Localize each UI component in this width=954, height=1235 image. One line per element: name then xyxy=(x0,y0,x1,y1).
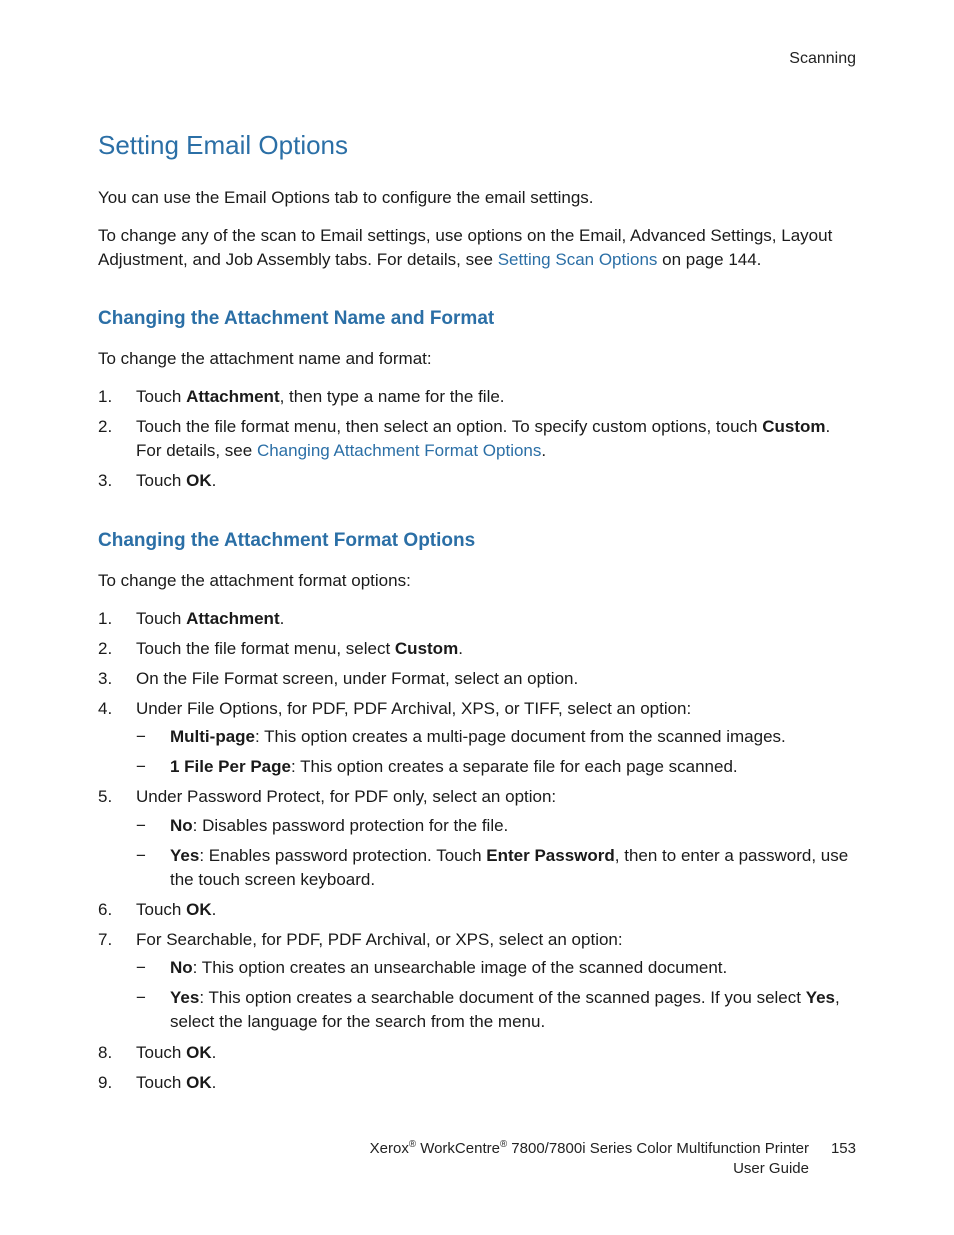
link-changing-attachment-format-options[interactable]: Changing Attachment Format Options xyxy=(257,441,541,460)
step-number: 4. xyxy=(98,697,126,721)
step-item: 5. Under Password Protect, for PDF only,… xyxy=(98,785,856,892)
step-text: . xyxy=(212,900,217,919)
step-number: 2. xyxy=(98,415,126,439)
step-text: Touch xyxy=(136,471,186,490)
intro-text-tail: on page 144. xyxy=(657,250,761,269)
step-item: 3. On the File Format screen, under Form… xyxy=(98,667,856,691)
bullet-text: : This option creates a multi-page docum… xyxy=(255,727,786,746)
step-text: . xyxy=(212,471,217,490)
step-text: . xyxy=(212,1073,217,1092)
step-text: Touch the file format menu, then select … xyxy=(136,417,762,436)
sub-bullet-item: Yes: Enables password protection. Touch … xyxy=(136,844,856,892)
link-setting-scan-options[interactable]: Setting Scan Options xyxy=(498,250,658,269)
bullet-text: : This option creates a searchable docum… xyxy=(199,988,805,1007)
bullet-text: : This option creates a separate file fo… xyxy=(291,757,738,776)
bullet-bold: Multi-page xyxy=(170,727,255,746)
step-text: Under File Options, for PDF, PDF Archiva… xyxy=(136,699,691,718)
bullet-text: : Disables password protection for the f… xyxy=(193,816,509,835)
step-text: . xyxy=(541,441,546,460)
sub-bullet-item: 1 File Per Page: This option creates a s… xyxy=(136,755,856,779)
step-text: On the File Format screen, under Format,… xyxy=(136,669,578,688)
step-number: 2. xyxy=(98,637,126,661)
step-bold: Attachment xyxy=(186,609,280,628)
footer-model: 7800/7800i Series Color Multifunction Pr… xyxy=(507,1140,809,1157)
page-footer: Xerox® WorkCentre® 7800/7800i Series Col… xyxy=(98,1138,856,1180)
intro-paragraph-1: You can use the Email Options tab to con… xyxy=(98,186,856,210)
sub-bullet-list: No: This option creates an unsearchable … xyxy=(136,956,856,1034)
sub-bullet-item: Yes: This option creates a searchable do… xyxy=(136,986,856,1034)
step-text: Touch xyxy=(136,1043,186,1062)
step-bold: OK xyxy=(186,1043,212,1062)
bullet-bold: No xyxy=(170,958,193,977)
step-bold: OK xyxy=(186,900,212,919)
step-item: 6. Touch OK. xyxy=(98,898,856,922)
step-text: Touch xyxy=(136,1073,186,1092)
bullet-text: : Enables password protection. Touch xyxy=(199,846,486,865)
step-item: 2. Touch the file format menu, select Cu… xyxy=(98,637,856,661)
bullet-bold: 1 File Per Page xyxy=(170,757,291,776)
step-text: . xyxy=(458,639,463,658)
step-text: For Searchable, for PDF, PDF Archival, o… xyxy=(136,930,623,949)
subsection-title-format-options: Changing the Attachment Format Options xyxy=(98,528,856,555)
step-text: Touch xyxy=(136,609,186,628)
step-item: 3. Touch OK. xyxy=(98,469,856,493)
step-item: 2. Touch the file format menu, then sele… xyxy=(98,415,856,463)
footer-line-2: User Guide xyxy=(370,1159,809,1179)
footer-product: WorkCentre xyxy=(416,1140,500,1157)
step-number: 9. xyxy=(98,1071,126,1095)
step-number: 5. xyxy=(98,785,126,809)
step-item: 1. Touch Attachment. xyxy=(98,607,856,631)
bullet-bold: Yes xyxy=(806,988,835,1007)
step-item: 7. For Searchable, for PDF, PDF Archival… xyxy=(98,928,856,1035)
bullet-bold: Yes xyxy=(170,988,199,1007)
registered-icon: ® xyxy=(409,1139,416,1150)
footer-brand: Xerox xyxy=(370,1140,409,1157)
step-number: 3. xyxy=(98,667,126,691)
step-text: . xyxy=(280,609,285,628)
step-bold: Custom xyxy=(395,639,458,658)
step-item: 1. Touch Attachment, then type a name fo… xyxy=(98,385,856,409)
step-number: 7. xyxy=(98,928,126,952)
step-number: 3. xyxy=(98,469,126,493)
footer-text: Xerox® WorkCentre® 7800/7800i Series Col… xyxy=(370,1138,809,1180)
step-item: 8. Touch OK. xyxy=(98,1041,856,1065)
step-number: 1. xyxy=(98,385,126,409)
page-number: 153 xyxy=(831,1138,856,1159)
bullet-bold: Yes xyxy=(170,846,199,865)
step-text: . xyxy=(212,1043,217,1062)
sub-bullet-item: No: Disables password protection for the… xyxy=(136,814,856,838)
sub-bullet-item: Multi-page: This option creates a multi-… xyxy=(136,725,856,749)
step-number: 8. xyxy=(98,1041,126,1065)
step-number: 1. xyxy=(98,607,126,631)
step-text: Touch the file format menu, select xyxy=(136,639,395,658)
footer-line-1: Xerox® WorkCentre® 7800/7800i Series Col… xyxy=(370,1138,809,1159)
sub-bullet-list: No: Disables password protection for the… xyxy=(136,814,856,892)
running-head: Scanning xyxy=(98,48,856,71)
bullet-text: : This option creates an unsearchable im… xyxy=(193,958,728,977)
step-text: Under Password Protect, for PDF only, se… xyxy=(136,787,556,806)
step-item: 4. Under File Options, for PDF, PDF Arch… xyxy=(98,697,856,779)
step-item: 9. Touch OK. xyxy=(98,1071,856,1095)
steps-list-format-options: 1. Touch Attachment. 2. Touch the file f… xyxy=(98,607,856,1095)
step-bold: Attachment xyxy=(186,387,280,406)
document-page: Scanning Setting Email Options You can u… xyxy=(0,0,954,1235)
subsection-title-name-format: Changing the Attachment Name and Format xyxy=(98,306,856,333)
page-title: Setting Email Options xyxy=(98,127,856,164)
sub-bullet-list: Multi-page: This option creates a multi-… xyxy=(136,725,856,779)
step-bold: OK xyxy=(186,1073,212,1092)
lead-paragraph: To change the attachment format options: xyxy=(98,569,856,593)
step-bold: Custom xyxy=(762,417,825,436)
step-number: 6. xyxy=(98,898,126,922)
step-text: Touch xyxy=(136,387,186,406)
step-text: Touch xyxy=(136,900,186,919)
step-text: , then type a name for the file. xyxy=(280,387,505,406)
step-bold: OK xyxy=(186,471,212,490)
bullet-bold: No xyxy=(170,816,193,835)
sub-bullet-item: No: This option creates an unsearchable … xyxy=(136,956,856,980)
intro-paragraph-2: To change any of the scan to Email setti… xyxy=(98,224,856,272)
lead-paragraph: To change the attachment name and format… xyxy=(98,347,856,371)
steps-list-name-format: 1. Touch Attachment, then type a name fo… xyxy=(98,385,856,494)
bullet-bold: Enter Password xyxy=(486,846,615,865)
